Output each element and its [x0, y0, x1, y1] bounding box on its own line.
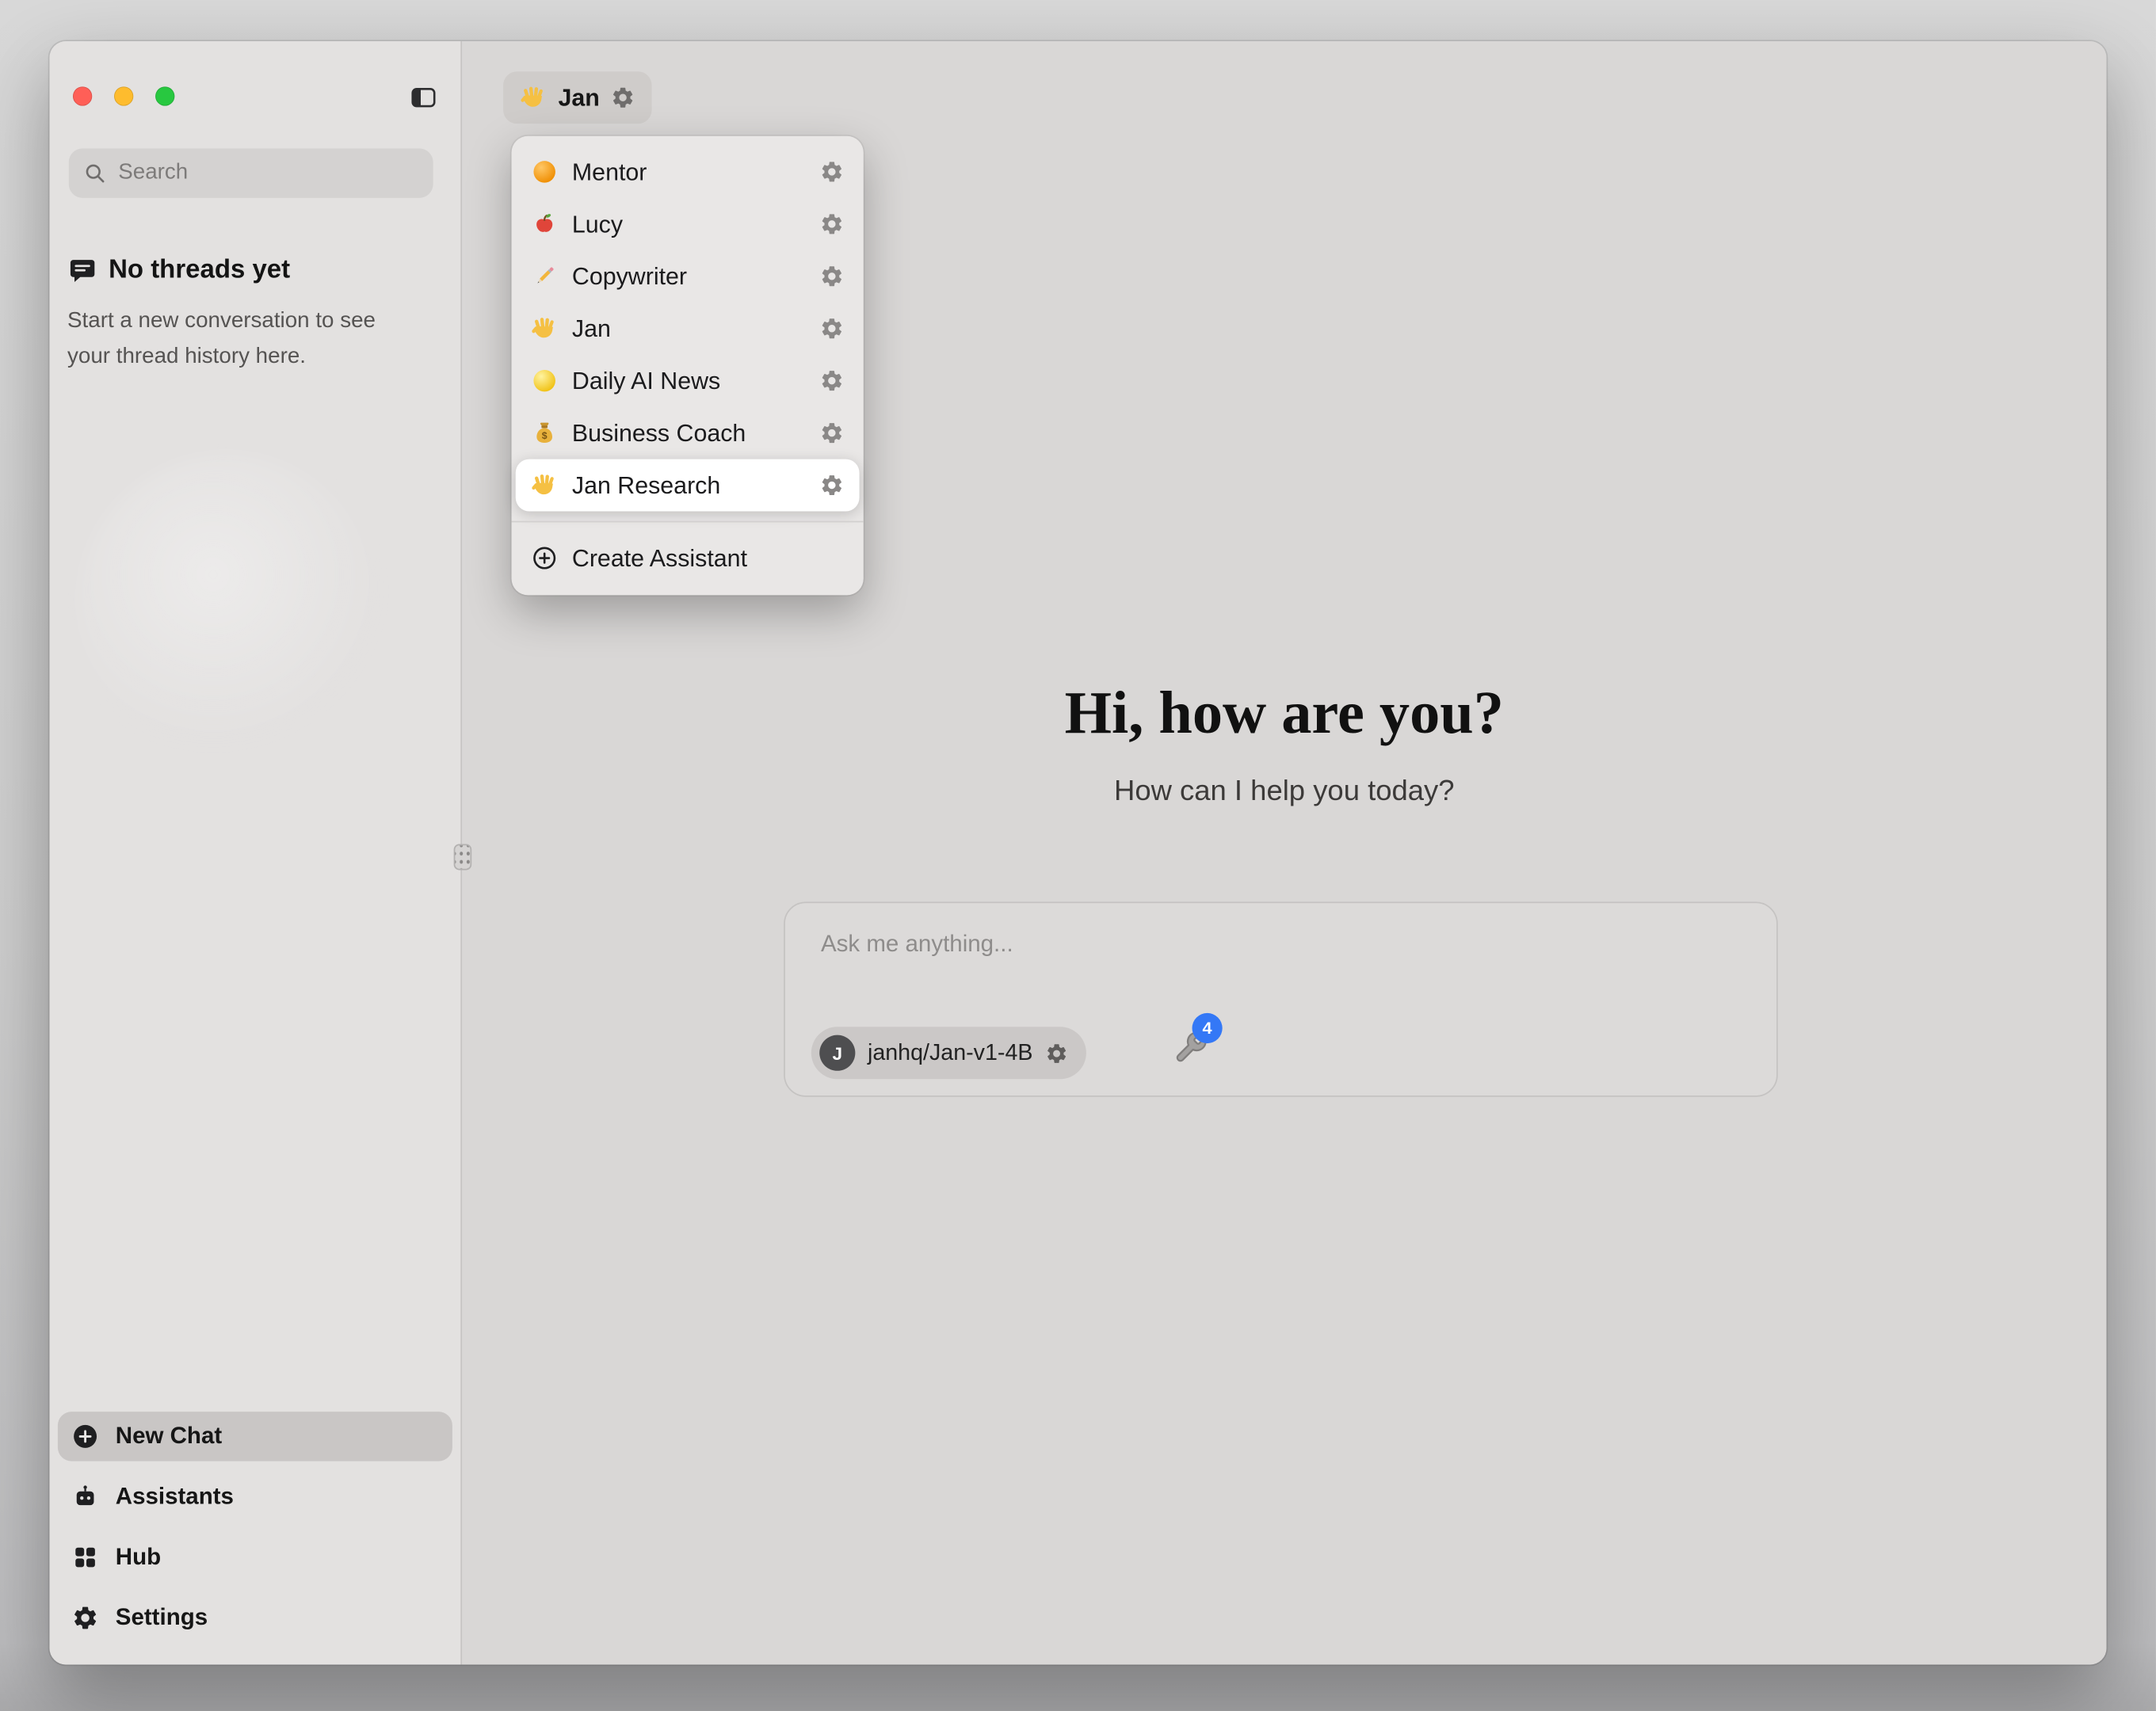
- menu-item-lucy[interactable]: Lucy: [512, 198, 864, 250]
- hero: Hi, how are you? How can I help you toda…: [462, 679, 2106, 807]
- decorative-blur: [77, 454, 380, 756]
- menu-item-jan-research[interactable]: Jan Research: [516, 459, 860, 512]
- menu-item-label: Jan Research: [572, 471, 806, 499]
- tools-button[interactable]: 4: [1173, 1030, 1214, 1071]
- hub-icon: [71, 1544, 99, 1572]
- empty-state-header: No threads yet: [69, 256, 290, 286]
- window-controls: [73, 86, 174, 105]
- assistant-name: Jan: [559, 83, 600, 112]
- wave-emoji-icon: [520, 84, 548, 112]
- gear-icon[interactable]: [819, 264, 844, 288]
- app-window: No threads yet Start a new conversation …: [49, 41, 2106, 1664]
- wave-emoji-icon: [531, 471, 559, 499]
- greeting-subtitle: How can I help you today?: [462, 775, 2106, 808]
- gear-icon[interactable]: [819, 473, 844, 497]
- sidebar-item-settings[interactable]: Settings: [58, 1593, 452, 1642]
- panel-toggle-icon: [410, 84, 437, 112]
- model-selector[interactable]: J janhq/Jan-v1-4B: [811, 1027, 1086, 1079]
- menu-divider: [512, 521, 864, 523]
- model-name: janhq/Jan-v1-4B: [868, 1040, 1033, 1066]
- gear-icon[interactable]: [819, 211, 844, 236]
- gear-icon[interactable]: [819, 316, 844, 341]
- greeting-title: Hi, how are you?: [462, 679, 2106, 749]
- gear-icon[interactable]: [819, 421, 844, 445]
- assistant-selector[interactable]: Jan: [503, 71, 652, 124]
- assistant-settings-gear-icon[interactable]: [611, 86, 635, 110]
- model-settings-gear-icon[interactable]: [1045, 1041, 1069, 1065]
- nav-label: Assistants: [116, 1483, 234, 1511]
- zoom-window-button[interactable]: [155, 86, 174, 105]
- menu-item-label: Copywriter: [572, 262, 806, 291]
- moneybag-emoji-icon: [531, 419, 559, 447]
- menu-item-label: Lucy: [572, 210, 806, 238]
- menu-item-business-coach[interactable]: Business Coach: [512, 407, 864, 459]
- search-input[interactable]: [118, 161, 419, 185]
- menu-item-label: Create Assistant: [572, 543, 845, 572]
- sidebar-item-assistants[interactable]: Assistants: [58, 1473, 452, 1522]
- plus-circle-outline-icon: [531, 544, 559, 572]
- yellow-circle-emoji-icon: [531, 367, 559, 394]
- model-badge: J: [819, 1035, 855, 1071]
- menu-item-label: Business Coach: [572, 418, 806, 447]
- sidebar: No threads yet Start a new conversation …: [49, 41, 462, 1664]
- orange-circle-emoji-icon: [531, 158, 559, 186]
- main-area: Jan Mentor Lucy Copywriter: [462, 41, 2106, 1664]
- tools-count-badge: 4: [1192, 1013, 1223, 1043]
- sidebar-item-hub[interactable]: Hub: [58, 1533, 452, 1582]
- wave-emoji-icon: [531, 314, 559, 342]
- assistants-icon: [71, 1483, 99, 1511]
- sidebar-item-new-chat[interactable]: New Chat: [58, 1412, 452, 1461]
- magnifier-icon: [82, 161, 107, 185]
- chat-bubble-icon: [69, 257, 97, 285]
- minimize-window-button[interactable]: [114, 86, 133, 105]
- menu-item-daily-ai-news[interactable]: Daily AI News: [512, 355, 864, 407]
- search-box[interactable]: [69, 148, 433, 197]
- pencil-emoji-icon: [531, 262, 559, 290]
- empty-state-subtitle: Start a new conversation to see your thr…: [67, 304, 417, 375]
- nav-label: New Chat: [116, 1423, 222, 1450]
- nav-label: Hub: [116, 1544, 161, 1572]
- menu-item-jan[interactable]: Jan: [512, 303, 864, 355]
- assistant-dropdown-menu: Mentor Lucy Copywriter Jan: [512, 136, 864, 596]
- menu-item-create-assistant[interactable]: Create Assistant: [512, 532, 864, 585]
- gear-icon[interactable]: [819, 368, 844, 393]
- menu-item-mentor[interactable]: Mentor: [512, 146, 864, 198]
- sidebar-resize-handle[interactable]: [454, 844, 472, 870]
- chat-composer[interactable]: J janhq/Jan-v1-4B 4: [784, 901, 1778, 1096]
- sidebar-nav: New Chat Assistants Hub Settings: [58, 1412, 452, 1643]
- close-window-button[interactable]: [73, 86, 92, 105]
- menu-item-copywriter[interactable]: Copywriter: [512, 250, 864, 303]
- settings-gear-icon: [71, 1604, 99, 1632]
- desktop: No threads yet Start a new conversation …: [0, 0, 2156, 1711]
- empty-state-title: No threads yet: [109, 256, 290, 286]
- apple-emoji-icon: [531, 211, 559, 238]
- plus-circle-icon: [71, 1423, 99, 1450]
- chat-input[interactable]: [821, 931, 1742, 958]
- menu-item-label: Daily AI News: [572, 366, 806, 394]
- menu-item-label: Jan: [572, 314, 806, 343]
- sidebar-toggle-button[interactable]: [407, 81, 441, 114]
- gear-icon[interactable]: [819, 159, 844, 184]
- menu-item-label: Mentor: [572, 158, 806, 186]
- nav-label: Settings: [116, 1604, 208, 1632]
